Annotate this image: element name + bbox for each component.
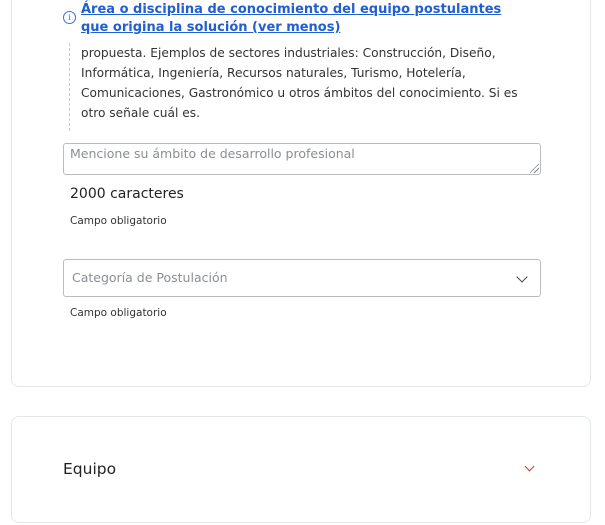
- required-label: Campo obligatorio: [70, 215, 167, 227]
- professional-area-textarea[interactable]: Mencione su ámbito de desarrollo profesi…: [63, 143, 541, 175]
- question-toggle-link[interactable]: Área o disciplina de conocimiento del eq…: [81, 1, 531, 37]
- resize-handle-icon[interactable]: [530, 164, 539, 173]
- equipo-section[interactable]: Equipo: [11, 416, 591, 523]
- category-select[interactable]: Categoría de Postulación: [63, 259, 541, 297]
- question-description: propuesta. Ejemplos de sectores industri…: [69, 43, 539, 131]
- textarea-placeholder: Mencione su ámbito de desarrollo profesi…: [70, 146, 355, 161]
- char-limit: 2000 caracteres: [70, 186, 184, 202]
- required-label: Campo obligatorio: [70, 307, 167, 319]
- chevron-down-icon[interactable]: [524, 461, 535, 472]
- category-select-placeholder: Categoría de Postulación: [72, 270, 228, 285]
- chevron-down-icon: [516, 271, 528, 283]
- info-icon: i: [63, 11, 76, 24]
- section-title: Equipo: [63, 460, 117, 478]
